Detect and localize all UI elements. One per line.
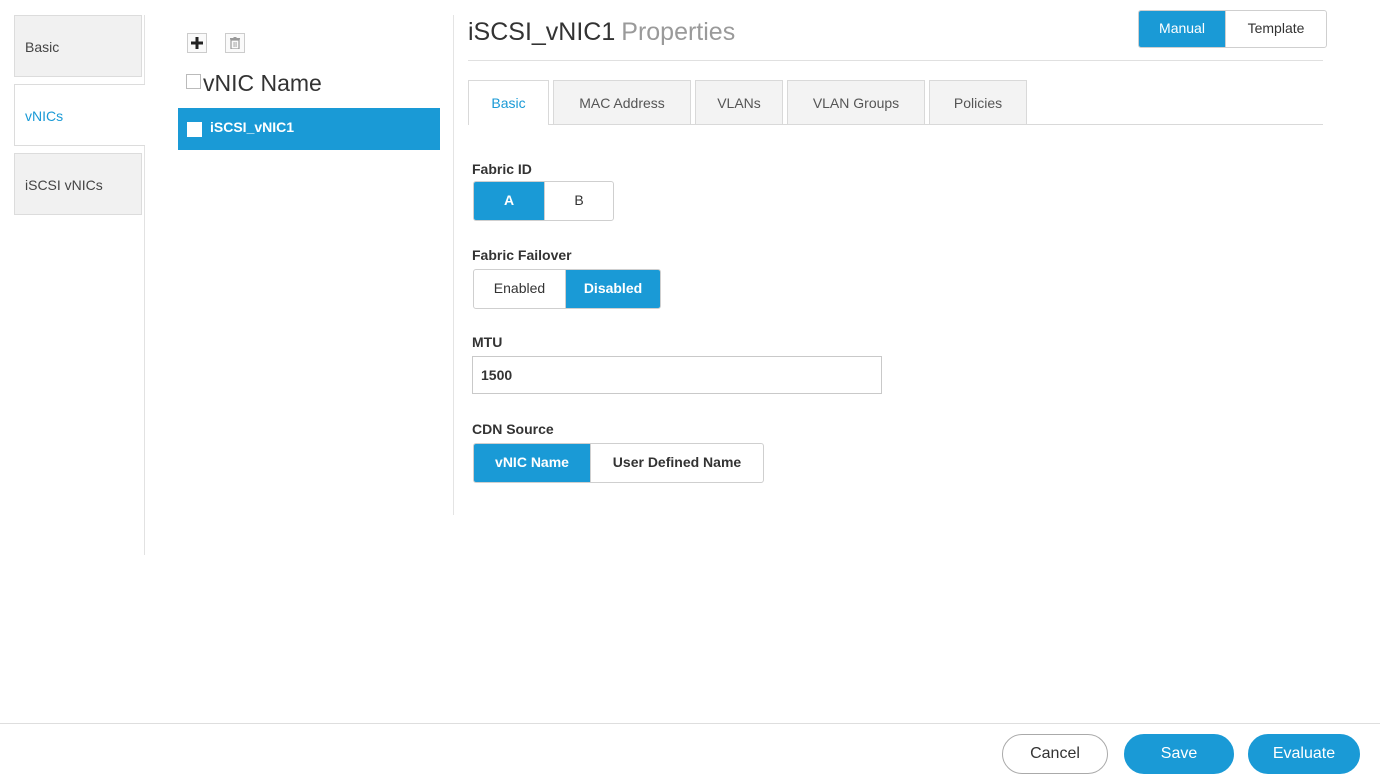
cdn-source-label: CDN Source: [472, 421, 554, 437]
failover-disabled-button[interactable]: Disabled: [565, 270, 660, 308]
nav-tab-vnics[interactable]: vNICs: [14, 84, 145, 146]
delete-button[interactable]: [225, 33, 245, 53]
fabric-id-b-button[interactable]: B: [544, 182, 613, 220]
fabric-id-toggle: A B: [473, 181, 614, 221]
mtu-label: MTU: [472, 334, 503, 350]
title-divider: [468, 60, 1323, 61]
list-item-label: iSCSI_vNIC1: [210, 119, 295, 135]
add-button[interactable]: [187, 33, 207, 53]
tab-bar: Basic MAC Address VLANs VLAN Groups Poli…: [468, 80, 1323, 125]
page-title-name: iSCSI_vNIC1: [468, 18, 616, 46]
save-button[interactable]: Save: [1124, 734, 1234, 774]
page-title: iSCSI_vNIC1 Properties: [468, 18, 735, 47]
fabric-id-a-button[interactable]: A: [474, 182, 544, 220]
cdn-user-defined-button[interactable]: User Defined Name: [590, 444, 763, 482]
list-item[interactable]: iSCSI_vNIC1: [178, 108, 440, 150]
mode-toggle: Manual Template: [1138, 10, 1327, 48]
row-checkbox[interactable]: [187, 122, 202, 137]
tab-basic[interactable]: Basic: [468, 80, 549, 125]
footer-divider: [0, 723, 1380, 724]
fabric-id-label: Fabric ID: [472, 161, 532, 177]
failover-enabled-button[interactable]: Enabled: [474, 270, 565, 308]
trash-icon: [230, 37, 240, 49]
plus-icon: [191, 37, 203, 49]
nav-tab-basic[interactable]: Basic: [14, 15, 142, 77]
page-title-suffix: Properties: [621, 18, 736, 46]
cdn-vnic-name-button[interactable]: vNIC Name: [474, 444, 590, 482]
fabric-failover-toggle: Enabled Disabled: [473, 269, 661, 309]
template-button[interactable]: Template: [1225, 11, 1326, 47]
select-all-checkbox[interactable]: [186, 74, 201, 89]
fabric-failover-label: Fabric Failover: [472, 247, 572, 263]
tab-vlan-groups[interactable]: VLAN Groups: [787, 80, 925, 124]
tab-mac-address[interactable]: MAC Address: [553, 80, 691, 124]
mtu-input[interactable]: [472, 356, 882, 394]
list-header-label: vNIC Name: [203, 70, 322, 96]
evaluate-button[interactable]: Evaluate: [1248, 734, 1360, 774]
manual-button[interactable]: Manual: [1139, 11, 1225, 47]
nav-tab-iscsi-vnics[interactable]: iSCSI vNICs: [14, 153, 142, 215]
cdn-source-toggle: vNIC Name User Defined Name: [473, 443, 764, 483]
tab-vlans[interactable]: VLANs: [695, 80, 783, 124]
tab-policies[interactable]: Policies: [929, 80, 1027, 124]
panel-divider: [453, 15, 454, 515]
list-header: vNIC Name: [186, 70, 322, 97]
cancel-button[interactable]: Cancel: [1002, 734, 1108, 774]
